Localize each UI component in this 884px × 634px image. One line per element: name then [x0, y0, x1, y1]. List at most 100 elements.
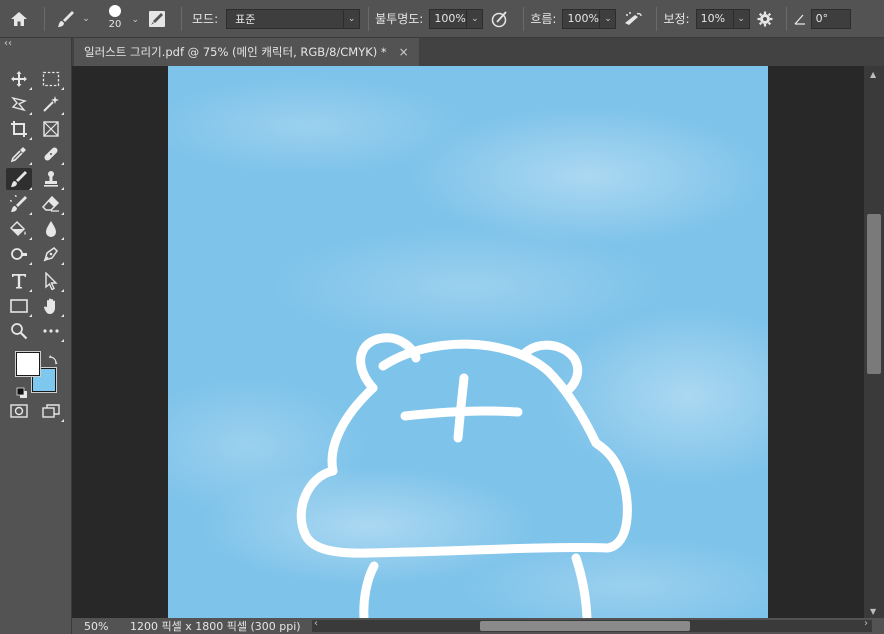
vertical-scroll-thumb[interactable]: [867, 214, 881, 374]
foreground-color-swatch[interactable]: [15, 351, 41, 377]
home-button[interactable]: [0, 0, 38, 38]
divider: [785, 6, 787, 31]
chevron-down-icon: ⌄: [82, 13, 90, 24]
scroll-right-icon[interactable]: ›: [864, 618, 868, 629]
history-brush-tool[interactable]: [6, 193, 32, 215]
smoothing-value: 10%: [695, 8, 734, 29]
tools-panel: ‹‹: [0, 38, 72, 634]
lasso-tool[interactable]: [6, 93, 32, 115]
flow-label: 흐름:: [530, 12, 557, 26]
tool-preset-picker[interactable]: ⌄: [51, 9, 95, 29]
move-tool[interactable]: [6, 68, 32, 90]
crop-tool[interactable]: [6, 118, 32, 140]
mode-dropdown[interactable]: 표준 ⌄: [226, 8, 361, 29]
eraser-tool[interactable]: [38, 193, 64, 215]
flow-field[interactable]: 100% ⌄: [562, 8, 617, 29]
path-select-tool[interactable]: [38, 270, 64, 292]
smoothing-options-button[interactable]: [750, 11, 780, 27]
hand-tool[interactable]: [38, 295, 64, 317]
divider: [44, 6, 45, 31]
scroll-up-icon[interactable]: ▲: [870, 70, 876, 79]
eyedropper-icon: [10, 147, 26, 163]
flow-value: 100%: [562, 8, 601, 29]
divider: [523, 6, 525, 31]
paint-bucket-tool[interactable]: [6, 218, 32, 240]
airbrush-button[interactable]: [616, 11, 650, 27]
brush-settings-icon: [149, 10, 165, 27]
dodge-icon: [11, 248, 27, 260]
eyedropper-tool[interactable]: [6, 143, 32, 165]
pen-pressure-icon: [492, 10, 508, 27]
artboard[interactable]: [168, 66, 768, 618]
rectangle-icon: [10, 299, 28, 313]
photoshop-window: ⌄ 20 ⌄ 모드: 표준 ⌄ 불투명도: 100% ⌄ 흐름: 100% ⌄: [0, 0, 884, 634]
frame-icon: [43, 121, 59, 137]
rectangle-tool[interactable]: [6, 295, 32, 317]
scroll-left-icon[interactable]: ‹: [314, 618, 318, 629]
chevron-down-icon: ⌄: [344, 8, 361, 29]
brush-icon: [58, 10, 75, 27]
options-bar: ⌄ 20 ⌄ 모드: 표준 ⌄ 불투명도: 100% ⌄ 흐름: 100% ⌄: [0, 0, 884, 38]
horizontal-scrollbar[interactable]: ‹ ›: [312, 618, 872, 632]
document-tab-title: 일러스트 그리기.pdf @ 75% (메인 캐릭터, RGB/8/CMYK) …: [84, 45, 387, 59]
blur-tool[interactable]: [38, 218, 64, 240]
marquee-icon: [42, 71, 60, 87]
more-tools-button[interactable]: [38, 320, 64, 342]
zoom-level[interactable]: 50%: [72, 620, 120, 633]
horizontal-scroll-thumb[interactable]: [480, 621, 690, 631]
brush-angle-icon: [793, 13, 807, 25]
magic-wand-icon: [43, 96, 59, 112]
marquee-tool[interactable]: [38, 68, 64, 90]
dodge-tool[interactable]: [6, 243, 32, 265]
scroll-down-icon[interactable]: ▼: [870, 607, 876, 616]
opacity-label: 불투명도:: [375, 12, 424, 26]
stamp-icon: [44, 171, 58, 187]
brush-tool[interactable]: [6, 168, 32, 190]
default-colors-icon[interactable]: [16, 384, 28, 398]
smoothing-field[interactable]: 10% ⌄: [695, 8, 750, 29]
quick-mask-button[interactable]: [6, 400, 32, 422]
brush-size-value: 20: [108, 19, 122, 30]
vertical-scrollbar[interactable]: ▲ ▼: [864, 66, 884, 618]
chevron-down-icon: ⌄: [600, 8, 617, 29]
path-select-icon: [45, 272, 58, 290]
paint-bucket-icon: [10, 220, 26, 237]
gear-icon: [757, 11, 773, 26]
eraser-icon: [42, 195, 60, 212]
magic-wand-tool[interactable]: [38, 93, 64, 115]
brush-tip-icon: [109, 5, 121, 17]
pen-tool[interactable]: [38, 243, 64, 265]
brush-size-picker[interactable]: 20 ⌄: [95, 5, 139, 30]
pressure-opacity-button[interactable]: [483, 10, 517, 28]
chevron-down-icon: ⌄: [467, 8, 484, 29]
swap-colors-icon[interactable]: [48, 350, 60, 365]
canvas-viewport[interactable]: [72, 66, 864, 618]
opacity-field[interactable]: 100% ⌄: [429, 8, 484, 29]
healing-brush-tool[interactable]: [38, 143, 64, 165]
opacity-value: 100%: [429, 8, 468, 29]
angle-field[interactable]: 0°: [810, 8, 851, 29]
move-icon: [11, 71, 27, 87]
divider: [656, 6, 658, 31]
lasso-icon: [11, 96, 28, 112]
stamp-tool[interactable]: [38, 168, 64, 190]
pen-icon: [43, 247, 58, 262]
close-icon[interactable]: ×: [399, 45, 409, 59]
collapse-panel-icon[interactable]: ‹‹: [4, 38, 12, 49]
brush-settings-button[interactable]: [139, 10, 175, 28]
frame-tool[interactable]: [38, 118, 64, 140]
type-icon: [12, 274, 26, 289]
more-tools-icon: [43, 329, 59, 333]
brush-icon: [11, 171, 27, 187]
mode-label: 모드:: [192, 12, 219, 26]
document-tab[interactable]: 일러스트 그리기.pdf @ 75% (메인 캐릭터, RGB/8/CMYK) …: [74, 38, 419, 66]
home-icon: [11, 11, 27, 26]
chevron-down-icon: ⌄: [131, 15, 139, 25]
canvas-illustration: [168, 66, 768, 618]
zoom-tool[interactable]: [6, 320, 32, 342]
type-tool[interactable]: [6, 270, 32, 292]
healing-brush-icon: [44, 147, 58, 161]
screen-mode-button[interactable]: [38, 400, 64, 422]
crop-icon: [11, 121, 27, 137]
quick-mask-icon: [10, 404, 28, 418]
